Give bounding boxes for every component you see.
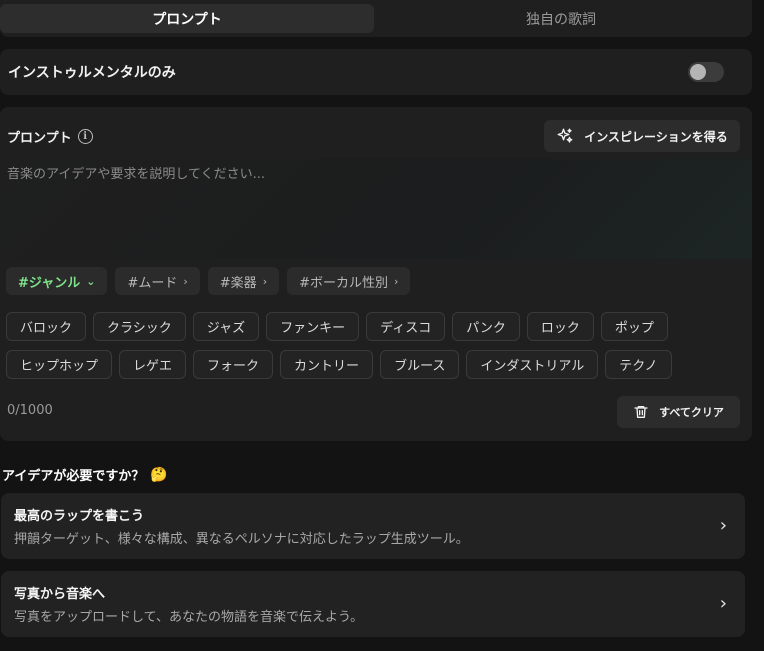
idea-card-description: 押韻ターゲット、様々な構成、異なるペルソナに対応したラップ生成ツール。 [14, 532, 469, 547]
idea-card-photo-to-music[interactable]: 写真から音楽へ 写真をアップロードして、あなたの物語を音楽で伝えよう。 › [1, 571, 745, 637]
genre-chip-disco[interactable]: ディスコ [366, 312, 446, 341]
genre-chip-funky[interactable]: ファンキー [266, 312, 360, 341]
prompt-panel: プロンプト i インスピレーションを得る #ジャンル ⌄ #ムード › #楽器 … [0, 107, 752, 441]
instrumental-label: インストゥルメンタルのみ [8, 65, 176, 81]
genre-chip-baroque[interactable]: バロック [6, 312, 87, 341]
genre-chip-country[interactable]: カントリー [280, 350, 374, 379]
genre-chip-jazz[interactable]: ジャズ [192, 312, 260, 341]
category-label: #ムード [127, 275, 178, 291]
clear-all-button[interactable]: すべてクリア [617, 396, 740, 428]
category-label: #ボーカル性別 [299, 275, 388, 291]
category-instrument[interactable]: #楽器 › [207, 267, 280, 295]
chevron-right-icon: › [183, 274, 188, 288]
genre-chip-rock[interactable]: ロック [526, 312, 594, 341]
genre-chip-industrial[interactable]: インダストリアル [466, 350, 599, 379]
category-vocal-gender[interactable]: #ボーカル性別 › [287, 267, 411, 295]
chevron-right-icon: › [394, 274, 399, 288]
genre-chip-classic[interactable]: クラシック [93, 312, 186, 341]
idea-card-rap[interactable]: 最高のラップを書こう 押韻ターゲット、様々な構成、異なるペルソナに対応したラップ… [1, 493, 745, 559]
genre-chips: バロック クラシック ジャズ ファンキー ディスコ パンク ロック ポップ ヒッ… [6, 312, 726, 388]
genre-chip-pop[interactable]: ポップ [600, 312, 668, 341]
genre-chip-punk[interactable]: パンク [452, 312, 520, 341]
info-icon[interactable]: i [77, 129, 93, 144]
tab-custom-lyrics[interactable]: 独自の歌詞 [374, 4, 748, 33]
genre-chip-reggae[interactable]: レゲエ [119, 350, 187, 379]
ideas-heading-text: アイデアが必要ですか？ [2, 469, 145, 484]
idea-card-description: 写真をアップロードして、あなたの物語を音楽で伝えよう。 [14, 610, 364, 625]
sparkles-icon [557, 128, 573, 143]
chevron-right-icon: › [262, 274, 268, 288]
character-counter: 0/1000 [7, 403, 53, 418]
genre-chip-folk[interactable]: フォーク [193, 350, 274, 379]
get-inspiration-button[interactable]: インスピレーションを得る [544, 120, 740, 152]
genre-row: バロック クラシック ジャズ ファンキー ディスコ パンク ロック ポップ [6, 312, 726, 341]
instrumental-toggle[interactable] [688, 62, 724, 82]
tab-prompt[interactable]: プロンプト [0, 4, 374, 33]
prompt-title-label: プロンプト [7, 131, 72, 146]
trash-icon [634, 406, 648, 418]
chevron-right-icon: › [719, 593, 727, 614]
thinking-face-icon: 🤔 [150, 466, 168, 483]
genre-row: ヒップホップ レゲエ フォーク カントリー ブルース インダストリアル テクノ [6, 350, 726, 379]
clear-all-label: すべてクリア [659, 406, 724, 419]
chevron-right-icon: › [719, 515, 727, 536]
category-genre[interactable]: #ジャンル ⌄ [6, 267, 108, 295]
genre-chip-blues[interactable]: ブルース [380, 350, 460, 379]
prompt-input[interactable] [0, 159, 752, 259]
prompt-title: プロンプト i [7, 127, 93, 146]
get-inspiration-label: インスピレーションを得る [584, 129, 728, 144]
genre-chip-techno[interactable]: テクノ [605, 350, 672, 379]
toggle-knob [690, 64, 706, 80]
idea-card-title: 最高のラップを書こう [14, 509, 145, 524]
category-label: #ジャンル [18, 275, 81, 291]
idea-card-title: 写真から音楽へ [14, 587, 106, 602]
mode-tabs: プロンプト 独自の歌詞 [0, 0, 752, 37]
ideas-heading: アイデアが必要ですか？ 🤔 [2, 465, 168, 485]
instrumental-row: インストゥルメンタルのみ [0, 49, 752, 95]
genre-chip-hiphop[interactable]: ヒップホップ [6, 350, 113, 379]
category-tabs: #ジャンル ⌄ #ムード › #楽器 › #ボーカル性別 › [6, 267, 411, 295]
chevron-down-icon: ⌄ [86, 274, 96, 288]
category-mood[interactable]: #ムード › [115, 267, 200, 295]
category-label: #楽器 [219, 275, 257, 291]
